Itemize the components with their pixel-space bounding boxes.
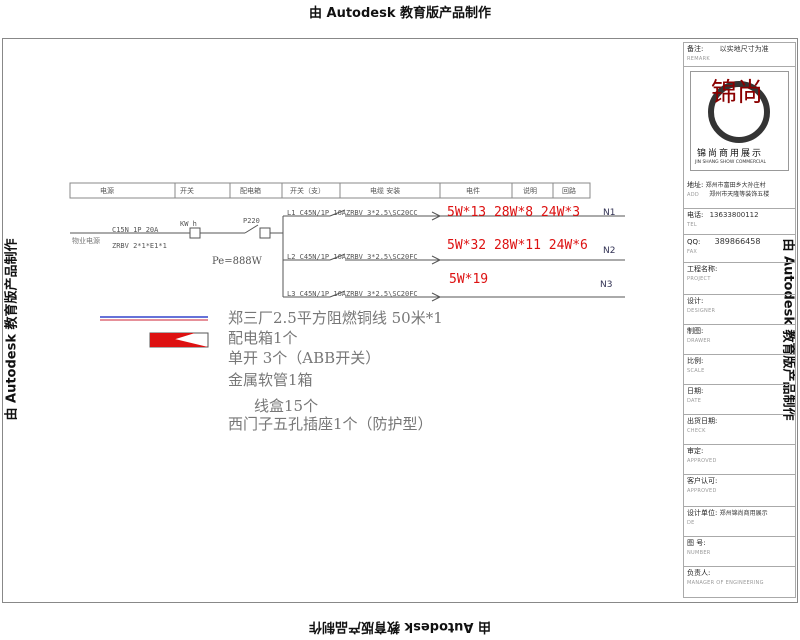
title-block: 备注: 以实地尺寸为准 REMARK 锦尚 锦尚商用展示 JIN SHANG S… (683, 42, 796, 598)
qq-en: FAX (687, 249, 698, 255)
circuit-2-loads: 5W*32 28W*11 24W*6 (447, 238, 588, 253)
note-box: 配电箱1个 (228, 329, 298, 347)
header-cable-install: 电缆 安装 (370, 187, 401, 195)
main-cable-label: ZRBV 2*1*E1*1 (112, 242, 167, 250)
note-switch: 单开 3个（ABB开关） (228, 349, 381, 367)
header-branch-switch: 开关（支） (290, 187, 325, 195)
unit-value: 郑州锦尚商用展示 (719, 510, 768, 517)
designer-cell: 设计: DESIGNER (684, 295, 795, 325)
circuit-2-cable: ZRBV 3*2.5\SC20FC (346, 253, 418, 261)
header-load: 电件 (466, 187, 480, 195)
header-switch: 开关 (180, 187, 194, 195)
client-en: APPROVED (687, 488, 717, 494)
power-label: Pe=888W (212, 256, 262, 267)
circuit-3-loads: 5W*19 (449, 272, 489, 287)
scale-en: SCALE (687, 368, 705, 374)
qq-label: QQ: (687, 238, 701, 246)
figno-en: NUMBER (687, 550, 711, 556)
approve-en: APPROVED (687, 458, 717, 464)
note-wire: 郑三厂2.5平方阻燃铜线 50米*1 (228, 309, 443, 327)
check-en: CHECK (687, 428, 706, 434)
check-label: 出货日期: (687, 417, 718, 425)
address-line-1: 郑州市富田乡大孙庄村 (705, 182, 766, 189)
qq-value: 389866458 (714, 237, 761, 246)
manager-cell: 负责人: MANAGER OF ENGINEERING (684, 567, 795, 597)
scale-label: 比例: (687, 357, 704, 365)
circuit-1-id: N1 (603, 208, 616, 218)
header-circuit: 回路 (562, 187, 576, 195)
circuit-1-breaker: L1 C45N/1P 16A (287, 209, 347, 217)
logo-characters: 锦尚 (711, 78, 764, 108)
date-en: DATE (687, 398, 702, 404)
supply-label: 物业电源 (72, 237, 100, 245)
circuit-2-id: N2 (603, 246, 616, 256)
approve-cell: 审定: APPROVED (684, 445, 795, 475)
box-label: P220 (243, 217, 260, 225)
project-label: 工程名称: (687, 265, 718, 273)
figno-label: 图 号: (687, 539, 706, 547)
circuit-3-cable: ZRBV 3*2.5\SC20FC (346, 290, 418, 298)
designer-en: DESIGNER (687, 308, 716, 314)
main-breaker-label: C15N 1P 20A (112, 226, 159, 234)
remark-en: REMARK (687, 56, 710, 62)
project-cell: 工程名称: PROJECT (684, 263, 795, 295)
approve-label: 审定: (687, 447, 704, 455)
manager-label: 负责人: (687, 569, 711, 577)
meter-label: KW h (180, 220, 197, 228)
phone-cell: 电话: 13633800112 TEL (684, 209, 795, 235)
drawer-cell: 制图: DRAWER (684, 325, 795, 355)
note-conduit: 金属软管1箱 (228, 371, 313, 389)
circuit-1-loads: 5W*13 28W*8 24W*3 (447, 205, 581, 220)
circuit-3-breaker: L3 C45N/1P 16A (287, 290, 347, 298)
client-cell: 客户认可: APPROVED (684, 475, 795, 507)
logo-box: 锦尚 锦尚商用展示 JIN SHANG SHOW COMMERCIAL (690, 71, 789, 171)
address-en: ADD (687, 192, 700, 198)
header-note: 说明 (523, 187, 537, 195)
phone-label: 电话: (687, 211, 704, 219)
circuit-1-cable: ZRBV 3*2.5\SC20CC (346, 209, 418, 217)
date-cell: 日期: DATE (684, 385, 795, 415)
figno-cell: 图 号: NUMBER (684, 537, 795, 567)
brand-name-cn: 锦尚商用展示 (697, 149, 764, 159)
header-power: 电源 (100, 187, 114, 195)
phone-value: 13633800112 (709, 211, 759, 219)
unit-en: DE (687, 520, 695, 526)
address-line-2: 郑州市天隆等装饰五楼 (709, 191, 770, 198)
circuit-2-breaker: L2 C45N/1P 16A (287, 253, 347, 261)
remark-label: 备注: (687, 45, 704, 53)
designer-label: 设计: (687, 297, 704, 305)
manager-en: MANAGER OF ENGINEERING (687, 580, 764, 586)
project-en: PROJECT (687, 276, 711, 282)
client-label: 客户认可: (687, 477, 718, 485)
check-cell: 出货日期: CHECK (684, 415, 795, 445)
address-label: 地址: (687, 181, 704, 189)
unit-label: 设计单位: (687, 509, 718, 517)
date-label: 日期: (687, 387, 704, 395)
unit-cell: 设计单位: 郑州锦尚商用展示 DE (684, 507, 795, 537)
phone-en: TEL (687, 222, 697, 228)
note-socket: 西门子五孔插座1个（防护型） (228, 415, 433, 433)
qq-cell: QQ: 389866458 FAX (684, 235, 795, 263)
scale-cell: 比例: SCALE (684, 355, 795, 385)
address-cell: 地址: 郑州市富田乡大孙庄村 ADD 郑州市天隆等装饰五楼 (684, 179, 795, 209)
drawer-label: 制图: (687, 327, 704, 335)
drawer-en: DRAWER (687, 338, 711, 344)
remark-cell: 备注: 以实地尺寸为准 REMARK (684, 43, 795, 67)
remark-value: 以实地尺寸为准 (719, 45, 769, 53)
brand-name-en: JIN SHANG SHOW COMMERCIAL (695, 160, 766, 165)
circuit-3-id: N3 (600, 280, 613, 290)
header-distribution-box: 配电箱 (240, 187, 261, 195)
